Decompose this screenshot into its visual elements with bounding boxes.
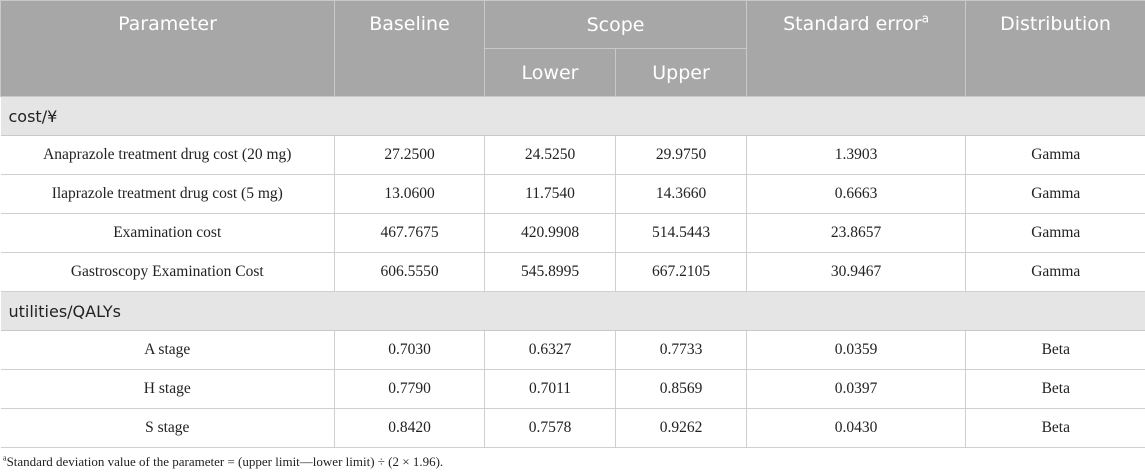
header-scope: Scope bbox=[483, 0, 748, 49]
header-distribution: Distribution bbox=[965, 0, 1145, 97]
lower-cell: 11.7540 bbox=[484, 174, 616, 214]
distribution-cell: Beta bbox=[965, 369, 1145, 409]
section-title: utilities/QALYs bbox=[0, 291, 1145, 331]
table-row: Ilaprazole treatment drug cost (5 mg) 13.… bbox=[0, 174, 1145, 214]
baseline-cell: 27.2500 bbox=[334, 135, 485, 175]
parameter-cell: A stage bbox=[0, 330, 335, 370]
standard-error-cell: 30.9467 bbox=[746, 252, 967, 292]
lower-cell: 24.5250 bbox=[484, 135, 616, 175]
standard-error-cell: 23.8657 bbox=[746, 213, 967, 253]
upper-cell: 0.9262 bbox=[614, 408, 748, 448]
header-baseline: Baseline bbox=[334, 0, 485, 97]
lower-cell: 0.6327 bbox=[484, 330, 616, 370]
upper-cell: 29.9750 bbox=[614, 135, 748, 175]
section-row: utilities/QALYs bbox=[0, 291, 1145, 331]
parameter-table: Parameter Baseline Scope Standard errora… bbox=[0, 0, 1145, 448]
table-header: Parameter Baseline Scope Standard errora… bbox=[0, 0, 1145, 97]
parameter-cell: H stage bbox=[0, 369, 335, 409]
footnote-text: Standard deviation value of the paramete… bbox=[6, 454, 444, 469]
standard-error-cell: 0.0430 bbox=[746, 408, 967, 448]
footnote: aStandard deviation value of the paramet… bbox=[3, 454, 443, 470]
baseline-cell: 0.8420 bbox=[334, 408, 485, 448]
baseline-cell: 0.7790 bbox=[334, 369, 485, 409]
table-body: cost/¥ Anaprazole treatment drug cost (20… bbox=[0, 96, 1145, 448]
distribution-cell: Beta bbox=[965, 330, 1145, 370]
baseline-cell: 606.5550 bbox=[334, 252, 485, 292]
section-title: cost/¥ bbox=[0, 96, 1145, 136]
table-row: H stage 0.7790 0.7011 0.8569 0.0397 Beta bbox=[0, 369, 1145, 409]
parameter-cell: Ilaprazole treatment drug cost (5 mg) bbox=[0, 174, 335, 214]
lower-cell: 0.7578 bbox=[484, 408, 616, 448]
baseline-cell: 467.7675 bbox=[334, 213, 485, 253]
header-standard-error: Standard errora bbox=[746, 0, 967, 97]
upper-cell: 0.7733 bbox=[614, 330, 748, 370]
table-row: Examination cost 467.7675 420.9908 514.5443… bbox=[0, 213, 1145, 253]
standard-error-cell: 1.3903 bbox=[746, 135, 967, 175]
parameter-cell: Examination cost bbox=[0, 213, 335, 253]
header-parameter: Parameter bbox=[0, 0, 335, 97]
table-row: Anaprazole treatment drug cost (20 mg) 27… bbox=[0, 135, 1145, 175]
parameter-cell: Anaprazole treatment drug cost (20 mg) bbox=[0, 135, 335, 175]
lower-cell: 420.9908 bbox=[484, 213, 616, 253]
table-row: A stage 0.7030 0.6327 0.7733 0.0359 Beta bbox=[0, 330, 1145, 370]
table-row: S stage 0.8420 0.7578 0.9262 0.0430 Beta bbox=[0, 408, 1145, 448]
upper-cell: 0.8569 bbox=[614, 369, 748, 409]
header-upper: Upper bbox=[614, 48, 748, 97]
baseline-cell: 0.7030 bbox=[334, 330, 485, 370]
lower-cell: 545.8995 bbox=[484, 252, 616, 292]
standard-error-cell: 0.0397 bbox=[746, 369, 967, 409]
standard-error-cell: 0.6663 bbox=[746, 174, 967, 214]
header-standard-error-note: a bbox=[921, 11, 929, 26]
upper-cell: 14.3660 bbox=[614, 174, 748, 214]
parameter-cell: Gastroscopy Examination Cost bbox=[0, 252, 335, 292]
lower-cell: 0.7011 bbox=[484, 369, 616, 409]
section-row: cost/¥ bbox=[0, 96, 1145, 136]
header-lower: Lower bbox=[484, 48, 616, 97]
distribution-cell: Gamma bbox=[965, 252, 1145, 292]
header-standard-error-label: Standard error bbox=[783, 13, 922, 35]
distribution-cell: Gamma bbox=[965, 213, 1145, 253]
standard-error-cell: 0.0359 bbox=[746, 330, 967, 370]
parameter-cell: S stage bbox=[0, 408, 335, 448]
upper-cell: 514.5443 bbox=[614, 213, 748, 253]
baseline-cell: 13.0600 bbox=[334, 174, 485, 214]
distribution-cell: Gamma bbox=[965, 174, 1145, 214]
distribution-cell: Gamma bbox=[965, 135, 1145, 175]
upper-cell: 667.2105 bbox=[614, 252, 748, 292]
table-row: Gastroscopy Examination Cost 606.5550 545.… bbox=[0, 252, 1145, 292]
distribution-cell: Beta bbox=[965, 408, 1145, 448]
